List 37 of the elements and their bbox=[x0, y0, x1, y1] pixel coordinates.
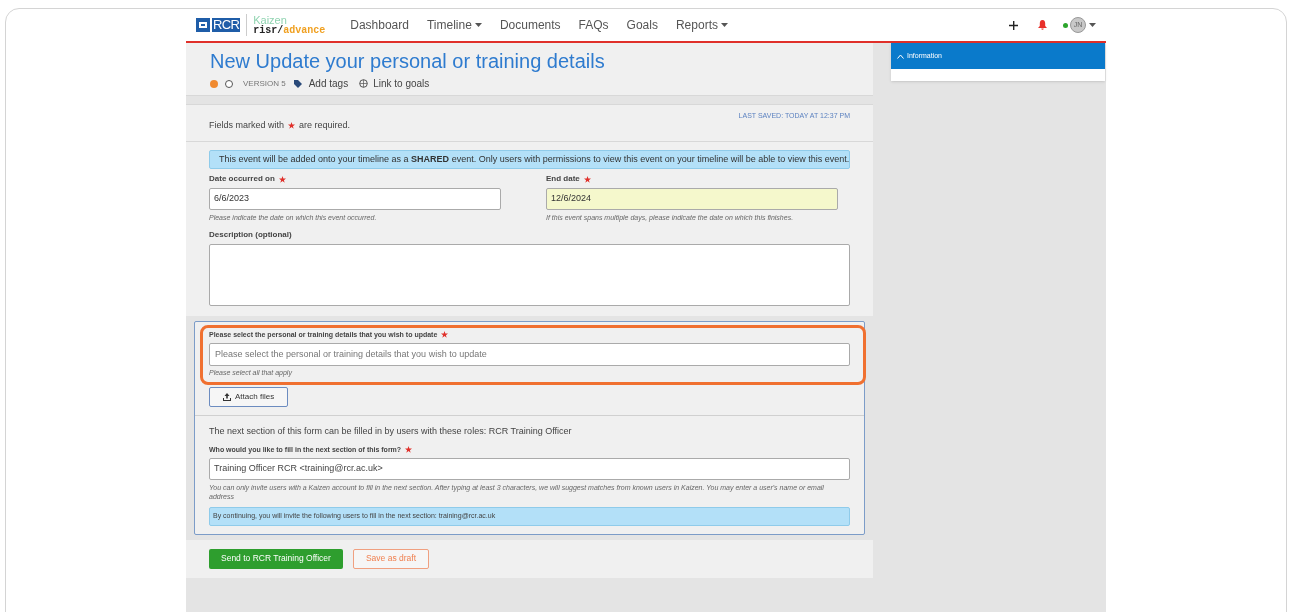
chevron-icon bbox=[897, 53, 904, 59]
nav-link[interactable]: Documents bbox=[499, 16, 561, 34]
field-label: Date occurred on bbox=[209, 173, 275, 185]
logo[interactable]: RCR bbox=[196, 18, 241, 32]
logo-text: RCR bbox=[212, 18, 241, 32]
brand-prefix: risr/ bbox=[253, 24, 284, 36]
upload-icon bbox=[223, 393, 231, 401]
attach-files-button[interactable]: Attach files bbox=[209, 387, 289, 407]
info-text: This event will be added onto your timeline as a SHARED event. Only users with permissions to view this event on your timeline will be able to view this event. bbox=[219, 152, 850, 166]
field-label: End date bbox=[546, 173, 580, 185]
description-field[interactable] bbox=[209, 243, 850, 306]
plus-icon[interactable] bbox=[1009, 20, 1018, 30]
nav-link[interactable]: Reports bbox=[675, 16, 728, 34]
brand-name: Kaizen bbox=[253, 14, 287, 25]
brand-suffix: advance bbox=[283, 24, 326, 36]
nav-link[interactable]: Timeline bbox=[426, 16, 482, 34]
tag-icon bbox=[293, 79, 304, 88]
required-note-end: are required. bbox=[299, 119, 351, 132]
bell-icon[interactable] bbox=[1038, 20, 1047, 30]
field-label: Description (optional) bbox=[209, 228, 293, 241]
date-field[interactable]: 6/6/2023 bbox=[209, 188, 501, 210]
crest-icon bbox=[196, 18, 210, 32]
nav-link[interactable]: Goals bbox=[626, 16, 658, 34]
date-field[interactable]: 12/6/2024 bbox=[546, 188, 838, 210]
caret-icon bbox=[1089, 22, 1096, 28]
page-title: New Update your personal or training details bbox=[210, 50, 606, 72]
details-select[interactable]: Please select the personal or training details that you wish to update bbox=[209, 342, 850, 366]
nav-link[interactable]: FAQs bbox=[578, 16, 609, 34]
globe-icon bbox=[359, 79, 369, 88]
required-note: Fields marked with bbox=[209, 119, 285, 132]
version-label: VERSION 5 bbox=[243, 77, 286, 90]
roles-text: The next section of this form can be filled in by users with these roles: RCR Training Officer bbox=[209, 425, 573, 438]
link-goals-link[interactable]: Link to goals bbox=[373, 76, 430, 91]
invite-field[interactable]: Training Officer RCR <training@rcr.ac.uk> bbox=[209, 458, 850, 480]
add-tags-link[interactable]: Add tags bbox=[308, 76, 349, 91]
nav-link[interactable]: Dashboard bbox=[350, 16, 409, 34]
required-star-icon bbox=[288, 122, 296, 130]
